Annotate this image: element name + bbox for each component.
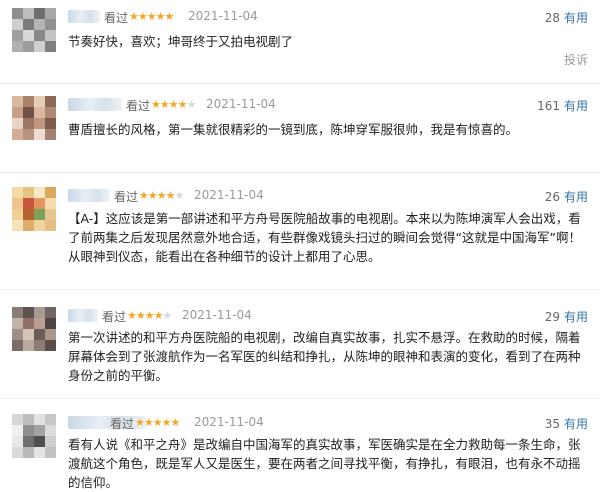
review-date: 2021-11-04 <box>182 308 252 322</box>
useful-count: 35 <box>544 417 560 431</box>
review-content: 曹盾擅长的风格，第一集就很精彩的一镜到底，陈坤穿军服很帅，我是有惊喜的。 <box>68 122 519 137</box>
watched-label: 看过 <box>102 310 127 324</box>
watched-label: 看过 <box>110 417 135 431</box>
review-item: 看过 ★★★★★ 2021-11-04 35 有用 看有人说《和平之舟》是改编自中… <box>0 408 600 490</box>
useful-count: 28 <box>544 11 560 25</box>
avatar[interactable] <box>12 96 56 140</box>
useful-count: 26 <box>544 190 560 204</box>
review-content: 第一次讲述的和平方舟医院船的电视剧，改编自真实故事，扎实不悬浮。在救助的时候，隔… <box>68 330 581 383</box>
review-date: 2021-11-04 <box>194 415 264 429</box>
useful-vote[interactable]: 26 有用 <box>545 188 588 205</box>
report-button[interactable]: 投诉 <box>564 51 588 68</box>
stars-empty: ★ <box>186 98 196 111</box>
username[interactable] <box>68 189 110 202</box>
divider <box>0 289 600 290</box>
rating-stars: ★★★★★ <box>129 10 174 23</box>
review-item: 看过 ★★★★★ 2021-11-04 26 有用 【A-】这应该是第一部讲述和平… <box>0 179 600 291</box>
username[interactable] <box>68 98 122 111</box>
review-date: 2021-11-04 <box>188 9 258 23</box>
review-item: 看过 ★★★★★ 2021-11-04 29 有用 第一次讲述的和平方舟医院船的电… <box>0 299 600 399</box>
useful-button[interactable]: 有用 <box>564 11 588 25</box>
useful-button[interactable]: 有用 <box>564 417 588 431</box>
rating-stars: ★★★★★ <box>139 189 184 202</box>
useful-vote[interactable]: 28 有用 <box>545 9 588 26</box>
avatar[interactable] <box>12 307 56 351</box>
stars-filled: ★★★★★ <box>129 10 174 23</box>
rating-stars: ★★★★★ <box>151 98 196 111</box>
useful-button[interactable]: 有用 <box>564 190 588 204</box>
review-item: 看过 ★★★★★ 2021-11-04 161 有用 曹盾擅长的风格，第一集就很精… <box>0 88 600 174</box>
divider <box>0 83 600 84</box>
stars-filled: ★★★★ <box>151 98 187 111</box>
review-item: 看过 ★★★★★ 2021-11-04 28 有用 节奏好快，喜欢；坤哥终于又拍电… <box>0 0 600 88</box>
divider <box>0 398 600 399</box>
review-content: 看有人说《和平之舟》是改编自中国海军的真实故事，军医确实是在全力救助每一条生命，… <box>68 437 581 490</box>
watched-label: 看过 <box>104 11 129 25</box>
avatar[interactable] <box>12 187 56 231</box>
useful-vote[interactable]: 35 有用 <box>545 415 588 432</box>
useful-vote[interactable]: 29 有用 <box>545 308 588 325</box>
review-content: 【A-】这应该是第一部讲述和平方舟号医院船故事的电视剧。本来以为陈坤演军人会出戏… <box>68 211 581 264</box>
rating-stars: ★★★★★ <box>127 309 172 322</box>
useful-count: 29 <box>544 310 560 324</box>
watched-label: 看过 <box>126 99 151 113</box>
username[interactable] <box>68 10 100 23</box>
stars-empty: ★ <box>174 189 184 202</box>
rating-stars: ★★★★★ <box>135 416 180 429</box>
avatar[interactable] <box>12 8 56 52</box>
useful-button[interactable]: 有用 <box>564 310 588 324</box>
review-date: 2021-11-04 <box>194 188 264 202</box>
review-date: 2021-11-04 <box>206 97 276 111</box>
stars-filled: ★★★★ <box>127 309 163 322</box>
username[interactable] <box>68 309 98 322</box>
avatar[interactable] <box>12 414 56 458</box>
stars-filled: ★★★★★ <box>135 416 180 429</box>
useful-vote[interactable]: 161 有用 <box>537 97 588 114</box>
useful-button[interactable]: 有用 <box>564 99 588 113</box>
stars-empty: ★ <box>162 309 172 322</box>
watched-label: 看过 <box>114 190 139 204</box>
stars-filled: ★★★★ <box>139 189 175 202</box>
review-content: 节奏好快，喜欢；坤哥终于又拍电视剧了 <box>68 34 294 49</box>
divider <box>0 172 600 173</box>
useful-count: 161 <box>537 99 560 113</box>
